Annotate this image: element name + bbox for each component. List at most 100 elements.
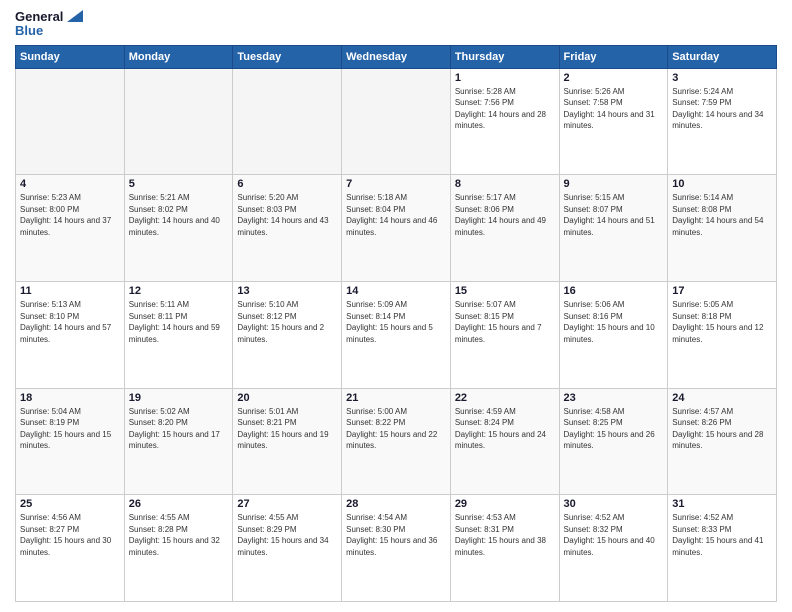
- day-number: 12: [129, 285, 229, 297]
- day-info: Sunrise: 5:02 AMSunset: 8:20 PMDaylight:…: [129, 406, 229, 452]
- calendar-cell: 25 Sunrise: 4:56 AMSunset: 8:27 PMDayligh…: [16, 495, 125, 602]
- calendar-cell: 10 Sunrise: 5:14 AMSunset: 8:08 PMDayligh…: [668, 175, 777, 282]
- calendar-cell: 22 Sunrise: 4:59 AMSunset: 8:24 PMDayligh…: [450, 388, 559, 495]
- day-info: Sunrise: 5:04 AMSunset: 8:19 PMDaylight:…: [20, 406, 120, 452]
- day-number: 25: [20, 498, 120, 510]
- day-info: Sunrise: 5:09 AMSunset: 8:14 PMDaylight:…: [346, 299, 446, 345]
- logo-blue: Blue: [15, 24, 43, 38]
- day-info: Sunrise: 4:53 AMSunset: 8:31 PMDaylight:…: [455, 512, 555, 558]
- logo: General Blue: [15, 10, 83, 39]
- day-info: Sunrise: 5:21 AMSunset: 8:02 PMDaylight:…: [129, 192, 229, 238]
- day-info: Sunrise: 5:23 AMSunset: 8:00 PMDaylight:…: [20, 192, 120, 238]
- calendar-cell: 15 Sunrise: 5:07 AMSunset: 8:15 PMDayligh…: [450, 281, 559, 388]
- calendar-header-row: SundayMondayTuesdayWednesdayThursdayFrid…: [16, 45, 777, 68]
- day-info: Sunrise: 4:52 AMSunset: 8:32 PMDaylight:…: [564, 512, 664, 558]
- calendar-cell: [16, 68, 125, 175]
- day-info: Sunrise: 5:26 AMSunset: 7:58 PMDaylight:…: [564, 86, 664, 132]
- calendar-cell: 11Sunrise: 5:13 AMSunset: 8:10 PMDayligh…: [16, 281, 125, 388]
- calendar-cell: 13 Sunrise: 5:10 AMSunset: 8:12 PMDayligh…: [233, 281, 342, 388]
- calendar-cell: 29 Sunrise: 4:53 AMSunset: 8:31 PMDayligh…: [450, 495, 559, 602]
- logo-triangle-icon: [65, 10, 83, 24]
- day-info: Sunrise: 5:13 AMSunset: 8:10 PMDaylight:…: [20, 299, 120, 345]
- calendar-week-row: 25 Sunrise: 4:56 AMSunset: 8:27 PMDayligh…: [16, 495, 777, 602]
- calendar-day-header: Friday: [559, 45, 668, 68]
- calendar-cell: 18 Sunrise: 5:04 AMSunset: 8:19 PMDayligh…: [16, 388, 125, 495]
- day-number: 16: [564, 285, 664, 297]
- calendar-day-header: Sunday: [16, 45, 125, 68]
- day-number: 23: [564, 392, 664, 404]
- day-info: Sunrise: 5:15 AMSunset: 8:07 PMDaylight:…: [564, 192, 664, 238]
- day-number: 22: [455, 392, 555, 404]
- calendar-cell: 19 Sunrise: 5:02 AMSunset: 8:20 PMDayligh…: [124, 388, 233, 495]
- calendar-cell: 9Sunrise: 5:15 AMSunset: 8:07 PMDaylight…: [559, 175, 668, 282]
- day-number: 15: [455, 285, 555, 297]
- day-number: 2: [564, 72, 664, 84]
- day-info: Sunrise: 5:00 AMSunset: 8:22 PMDaylight:…: [346, 406, 446, 452]
- calendar-cell: 20Sunrise: 5:01 AMSunset: 8:21 PMDayligh…: [233, 388, 342, 495]
- calendar-cell: 6 Sunrise: 5:20 AMSunset: 8:03 PMDaylight…: [233, 175, 342, 282]
- day-info: Sunrise: 5:14 AMSunset: 8:08 PMDaylight:…: [672, 192, 772, 238]
- day-info: Sunrise: 5:17 AMSunset: 8:06 PMDaylight:…: [455, 192, 555, 238]
- calendar-cell: 3Sunrise: 5:24 AMSunset: 7:59 PMDaylight…: [668, 68, 777, 175]
- day-info: Sunrise: 4:59 AMSunset: 8:24 PMDaylight:…: [455, 406, 555, 452]
- day-number: 17: [672, 285, 772, 297]
- day-info: Sunrise: 4:58 AMSunset: 8:25 PMDaylight:…: [564, 406, 664, 452]
- day-number: 4: [20, 178, 120, 190]
- logo-general: General: [15, 10, 63, 24]
- calendar-cell: 2 Sunrise: 5:26 AMSunset: 7:58 PMDaylight…: [559, 68, 668, 175]
- calendar-day-header: Tuesday: [233, 45, 342, 68]
- day-info: Sunrise: 4:56 AMSunset: 8:27 PMDaylight:…: [20, 512, 120, 558]
- day-number: 13: [237, 285, 337, 297]
- calendar-cell: 16 Sunrise: 5:06 AMSunset: 8:16 PMDayligh…: [559, 281, 668, 388]
- day-number: 10: [672, 178, 772, 190]
- calendar-day-header: Monday: [124, 45, 233, 68]
- header: General Blue: [15, 10, 777, 39]
- calendar-cell: 14 Sunrise: 5:09 AMSunset: 8:14 PMDayligh…: [342, 281, 451, 388]
- day-number: 1: [455, 72, 555, 84]
- calendar-cell: [342, 68, 451, 175]
- calendar-cell: 5Sunrise: 5:21 AMSunset: 8:02 PMDaylight…: [124, 175, 233, 282]
- day-info: Sunrise: 5:20 AMSunset: 8:03 PMDaylight:…: [237, 192, 337, 238]
- calendar-cell: [233, 68, 342, 175]
- day-number: 31: [672, 498, 772, 510]
- day-number: 30: [564, 498, 664, 510]
- page: General Blue SundayMondayTuesdayWednesda…: [0, 0, 792, 612]
- day-info: Sunrise: 5:28 AMSunset: 7:56 PMDaylight:…: [455, 86, 555, 132]
- day-number: 26: [129, 498, 229, 510]
- day-info: Sunrise: 5:24 AMSunset: 7:59 PMDaylight:…: [672, 86, 772, 132]
- calendar-week-row: 1 Sunrise: 5:28 AMSunset: 7:56 PMDaylight…: [16, 68, 777, 175]
- day-number: 18: [20, 392, 120, 404]
- calendar-cell: 17 Sunrise: 5:05 AMSunset: 8:18 PMDayligh…: [668, 281, 777, 388]
- day-info: Sunrise: 5:06 AMSunset: 8:16 PMDaylight:…: [564, 299, 664, 345]
- calendar-cell: 1 Sunrise: 5:28 AMSunset: 7:56 PMDaylight…: [450, 68, 559, 175]
- day-number: 8: [455, 178, 555, 190]
- calendar-day-header: Saturday: [668, 45, 777, 68]
- calendar-cell: 21Sunrise: 5:00 AMSunset: 8:22 PMDayligh…: [342, 388, 451, 495]
- day-info: Sunrise: 5:10 AMSunset: 8:12 PMDaylight:…: [237, 299, 337, 345]
- calendar-table: SundayMondayTuesdayWednesdayThursdayFrid…: [15, 45, 777, 602]
- day-info: Sunrise: 4:55 AMSunset: 8:28 PMDaylight:…: [129, 512, 229, 558]
- calendar-cell: 4 Sunrise: 5:23 AMSunset: 8:00 PMDaylight…: [16, 175, 125, 282]
- calendar-cell: 24Sunrise: 4:57 AMSunset: 8:26 PMDayligh…: [668, 388, 777, 495]
- day-info: Sunrise: 5:05 AMSunset: 8:18 PMDaylight:…: [672, 299, 772, 345]
- calendar-cell: 12Sunrise: 5:11 AMSunset: 8:11 PMDayligh…: [124, 281, 233, 388]
- day-number: 24: [672, 392, 772, 404]
- day-number: 6: [237, 178, 337, 190]
- day-number: 19: [129, 392, 229, 404]
- day-info: Sunrise: 4:54 AMSunset: 8:30 PMDaylight:…: [346, 512, 446, 558]
- day-number: 29: [455, 498, 555, 510]
- calendar-cell: 7Sunrise: 5:18 AMSunset: 8:04 PMDaylight…: [342, 175, 451, 282]
- calendar-day-header: Thursday: [450, 45, 559, 68]
- calendar-cell: 26 Sunrise: 4:55 AMSunset: 8:28 PMDayligh…: [124, 495, 233, 602]
- calendar-cell: 31 Sunrise: 4:52 AMSunset: 8:33 PMDayligh…: [668, 495, 777, 602]
- calendar-cell: 28 Sunrise: 4:54 AMSunset: 8:30 PMDayligh…: [342, 495, 451, 602]
- calendar-body: 1 Sunrise: 5:28 AMSunset: 7:56 PMDaylight…: [16, 68, 777, 601]
- calendar-week-row: 18 Sunrise: 5:04 AMSunset: 8:19 PMDayligh…: [16, 388, 777, 495]
- day-number: 14: [346, 285, 446, 297]
- calendar-day-header: Wednesday: [342, 45, 451, 68]
- calendar-cell: 30 Sunrise: 4:52 AMSunset: 8:32 PMDayligh…: [559, 495, 668, 602]
- day-info: Sunrise: 4:52 AMSunset: 8:33 PMDaylight:…: [672, 512, 772, 558]
- day-info: Sunrise: 5:01 AMSunset: 8:21 PMDaylight:…: [237, 406, 337, 452]
- day-number: 28: [346, 498, 446, 510]
- day-info: Sunrise: 5:07 AMSunset: 8:15 PMDaylight:…: [455, 299, 555, 345]
